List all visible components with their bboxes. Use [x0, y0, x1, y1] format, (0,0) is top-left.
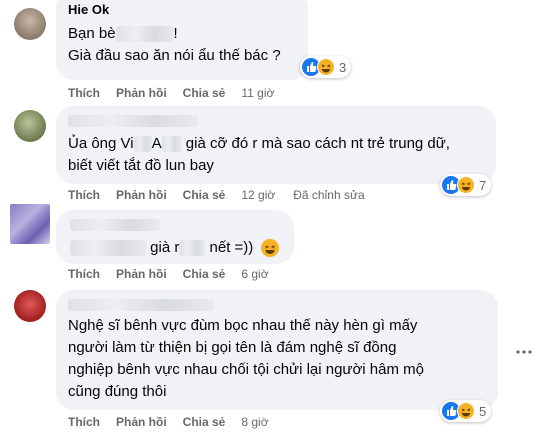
comment-bubble: Ủa ông Vi A già cỡ đó r mà sao cách nt tr…: [56, 106, 496, 184]
comment-bubble: già r nết =)): [56, 210, 294, 264]
reactions-summary[interactable]: 5: [440, 400, 492, 422]
haha-reaction-icon: [317, 58, 335, 76]
comment-text: Bạn bè: [68, 25, 116, 42]
comment-text: già cỡ đó r mà sao cách nt trẻ trung dữ,: [185, 135, 450, 152]
like-link[interactable]: Thích: [68, 86, 100, 100]
comment-actions: Thích Phản hồi Chia sẻ 6 giờ: [68, 267, 287, 281]
comment-3: già r nết =)) Thích Phản hồi Chia sẻ 6 giờ: [0, 204, 554, 288]
like-link[interactable]: Thích: [68, 188, 100, 202]
timestamp[interactable]: 8 giờ: [241, 415, 268, 429]
reactions-summary[interactable]: 7: [440, 174, 492, 196]
blurred-name: [133, 136, 152, 153]
timestamp[interactable]: 6 giờ: [241, 267, 268, 281]
comment-text: !: [173, 25, 178, 42]
laughing-emoji-icon: [261, 239, 280, 258]
blurred-text: [179, 240, 206, 257]
timestamp[interactable]: 11 giờ: [241, 86, 274, 100]
reply-link[interactable]: Phản hồi: [116, 267, 167, 281]
blurred-text: [70, 240, 146, 257]
comment-text: A: [151, 135, 162, 152]
comment-4: Nghệ sĩ bênh vực đùm bọc nhau thế này hè…: [0, 284, 554, 436]
share-link[interactable]: Chia sẻ: [183, 188, 226, 202]
comment-text-line: người làm từ thiện bị gọi tên là đám ngh…: [68, 339, 397, 356]
comment-text-line: biết viết tắt đồ lun bay: [68, 157, 214, 174]
comment-actions: Thích Phản hồi Chia sẻ 11 giờ: [68, 86, 292, 100]
avatar[interactable]: [14, 290, 46, 322]
comment-author: [68, 112, 198, 127]
comment-bubble: Nghệ sĩ bênh vực đùm bọc nhau thế này hè…: [56, 290, 498, 410]
avatar[interactable]: [14, 110, 46, 142]
share-link[interactable]: Chia sẻ: [183, 86, 226, 100]
timestamp[interactable]: 12 giờ: [241, 188, 275, 202]
reactions-summary[interactable]: 3: [300, 56, 352, 78]
blurred-name: [115, 26, 174, 43]
comment-actions: Thích Phản hồi Chia sẻ 8 giờ: [68, 415, 287, 429]
avatar[interactable]: [14, 8, 46, 40]
comment-text: già r: [150, 239, 180, 256]
comment-text-line: Nghệ sĩ bênh vực đùm bọc nhau thế này hè…: [68, 317, 418, 334]
share-link[interactable]: Chia sẻ: [183, 267, 226, 281]
comment-text-line: Già đầu sao ăn nói ẩu thế bác ?: [68, 47, 281, 64]
more-horizontal-icon[interactable]: [516, 338, 532, 359]
comment-text-line: Bạn bè!: [68, 24, 178, 44]
comment-text-line: Ủa ông Vi A già cỡ đó r mà sao cách nt tr…: [68, 134, 450, 154]
comment-2: Ủa ông Vi A già cỡ đó r mà sao cách nt tr…: [0, 104, 554, 204]
share-link[interactable]: Chia sẻ: [183, 415, 226, 429]
comment-text-line: nghiệp bênh vực nhau chối tội chửi lại n…: [68, 361, 424, 378]
comment-1: Hie Ok Bạn bè! Già đầu sao ăn nói ẩu thế…: [0, 0, 554, 100]
comment-author[interactable]: Hie Ok: [68, 2, 109, 17]
comment-text-line: cũng đúng thôi: [68, 383, 167, 400]
blurred-name: [161, 136, 182, 153]
like-link[interactable]: Thích: [68, 267, 100, 281]
comment-text: Ủa ông Vi: [68, 135, 134, 152]
reply-link[interactable]: Phản hồi: [116, 415, 167, 429]
comment-bubble: Hie Ok Bạn bè! Già đầu sao ăn nói ẩu thế…: [56, 0, 308, 80]
comment-actions: Thích Phản hồi Chia sẻ 12 giờ Đã chỉnh sửa: [68, 188, 381, 202]
avatar[interactable]: [10, 204, 50, 244]
reaction-count: 5: [479, 403, 487, 419]
reaction-count: 3: [339, 59, 347, 75]
haha-reaction-icon: [457, 402, 475, 420]
reply-link[interactable]: Phản hồi: [116, 86, 167, 100]
comment-text-line: già r nết =)): [70, 238, 280, 258]
haha-reaction-icon: [457, 176, 475, 194]
reply-link[interactable]: Phản hồi: [116, 188, 167, 202]
comment-author: [68, 296, 214, 311]
like-link[interactable]: Thích: [68, 415, 100, 429]
edited-label[interactable]: Đã chỉnh sửa: [293, 188, 364, 202]
comment-author: [70, 216, 160, 231]
reaction-count: 7: [479, 177, 487, 193]
comment-text: nết =)): [209, 239, 254, 256]
